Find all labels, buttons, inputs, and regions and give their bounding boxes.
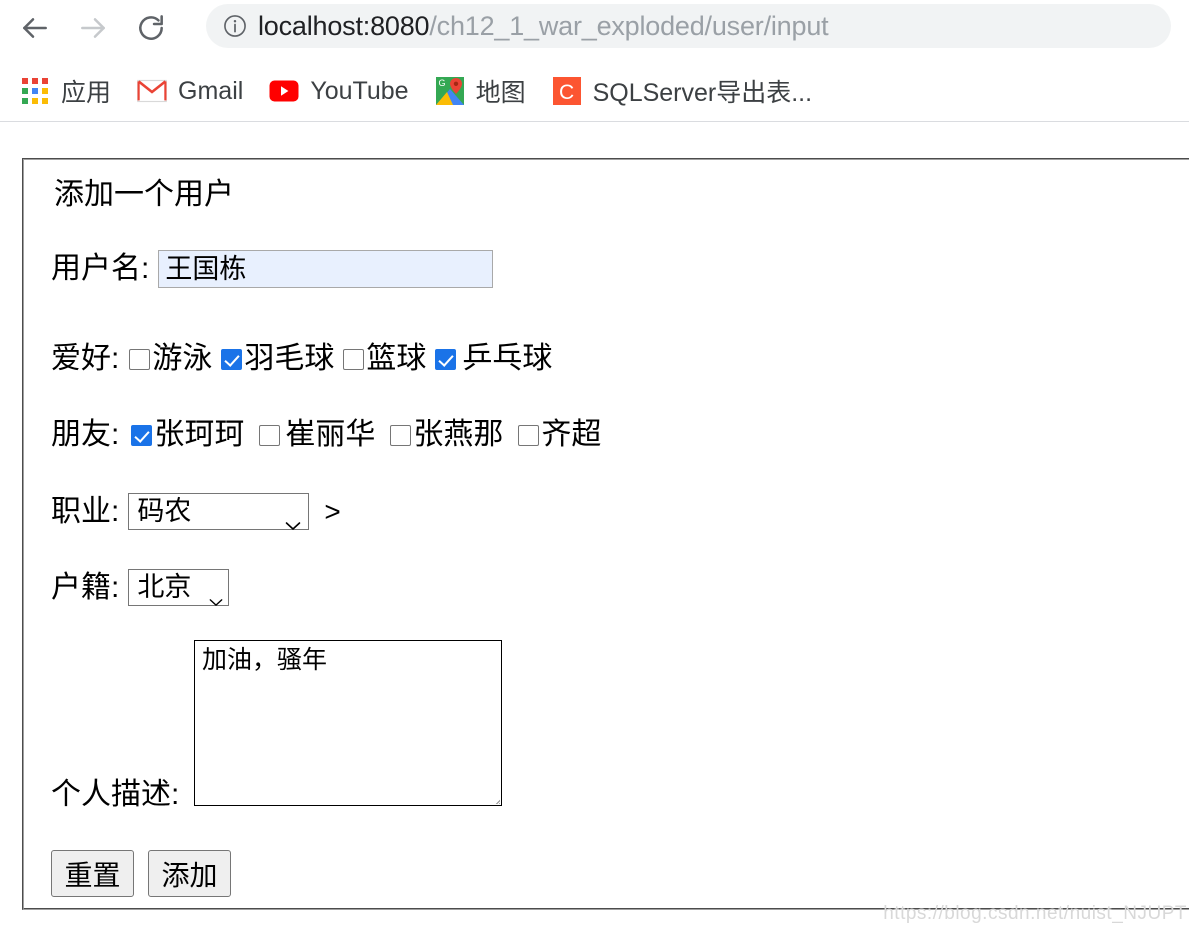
- hobby-option-badminton[interactable]: 羽毛球: [221, 342, 334, 376]
- browser-toolbar: localhost:8080/ch12_1_war_exploded/user/…: [0, 0, 1189, 56]
- reload-icon: [135, 12, 167, 44]
- bookmark-label: SQLServer导出表...: [592, 79, 813, 107]
- watermark: https://blog.csdn.net/nuist_NJUPT: [883, 903, 1187, 924]
- username-input[interactable]: 王国栋: [158, 250, 494, 288]
- hobby-option-label: 乒乓球: [462, 342, 553, 375]
- svg-text:G: G: [438, 78, 445, 88]
- hobby-row: 爱好: 游泳 羽毛球 篮球 乒乓球: [51, 342, 552, 376]
- hometown-select-value: 北京: [137, 572, 192, 602]
- checkbox-zhangyanna[interactable]: [390, 424, 412, 446]
- bookmark-label: Gmail: [178, 76, 244, 105]
- reset-button[interactable]: 重置: [51, 850, 134, 897]
- username-label: 用户名:: [51, 252, 150, 285]
- friends-checkbox-group: 张珂珂 崔丽华 张燕那 齐超: [131, 418, 601, 452]
- youtube-icon: [269, 76, 299, 106]
- description-textarea[interactable]: 加油，骚年: [194, 640, 502, 806]
- job-row: 职业: 码农 >: [51, 493, 341, 530]
- friend-option-label: 张珂珂: [154, 418, 245, 451]
- bookmark-youtube[interactable]: YouTube: [269, 76, 409, 106]
- description-textarea-value: 加油，骚年: [202, 647, 328, 674]
- friend-option-cuilihua[interactable]: 崔丽华: [259, 418, 375, 452]
- forward-button[interactable]: [72, 7, 114, 49]
- resize-grip-icon[interactable]: [482, 786, 500, 804]
- url-text: localhost:8080/ch12_1_war_exploded/user/…: [258, 10, 829, 42]
- job-trailing-text: >: [324, 495, 341, 527]
- hobby-option-pingpong[interactable]: 乒乓球: [435, 342, 552, 376]
- bookmark-label: 地图: [475, 79, 526, 107]
- checkbox-cuilihua[interactable]: [259, 424, 281, 446]
- bookmark-label: 应用: [61, 79, 112, 107]
- apps-grid-icon: [20, 76, 50, 106]
- url-path: /ch12_1_war_exploded/user/input: [429, 10, 829, 41]
- friends-row: 朋友: 张珂珂 崔丽华 张燕那 齐超: [51, 418, 601, 452]
- hobby-checkbox-group: 游泳 羽毛球 篮球 乒乓球: [129, 342, 552, 376]
- reload-button[interactable]: [130, 7, 172, 49]
- hobby-label: 爱好:: [51, 342, 120, 375]
- gmail-icon: [137, 76, 167, 106]
- bookmark-label: YouTube: [310, 76, 409, 105]
- hobby-option-swimming[interactable]: 游泳: [129, 342, 212, 376]
- checkbox-qichao[interactable]: [518, 424, 540, 446]
- hometown-row: 户籍: 北京: [51, 569, 230, 606]
- bookmark-apps[interactable]: 应用: [20, 73, 111, 109]
- checkbox-swimming[interactable]: [129, 348, 151, 370]
- friend-option-qichao[interactable]: 齐超: [518, 418, 601, 452]
- friend-option-label: 崔丽华: [285, 418, 376, 451]
- username-row: 用户名: 王国栋: [51, 250, 494, 288]
- friend-option-label: 张燕那: [413, 418, 504, 451]
- user-form: 用户名: 王国栋 爱好: 游泳 羽毛球 篮球 乒乓球 朋友: 张珂珂 崔丽华 张…: [24, 160, 1189, 912]
- friend-option-zhangkeke[interactable]: 张珂珂: [131, 418, 244, 452]
- url-host: localhost:8080: [258, 10, 430, 41]
- google-maps-icon: G: [435, 76, 465, 106]
- friend-option-zhangyanna[interactable]: 张燕那: [390, 418, 503, 452]
- hobby-option-label: 羽毛球: [244, 342, 335, 375]
- page-content: 用户名: 王国栋 爱好: 游泳 羽毛球 篮球 乒乓球 朋友: 张珂珂 崔丽华 张…: [0, 122, 1189, 929]
- friend-option-label: 齐超: [541, 418, 602, 451]
- svg-text:C: C: [559, 81, 574, 104]
- bookmark-sqlserver[interactable]: C SQLServer导出表...: [552, 73, 813, 109]
- hobby-option-label: 篮球: [366, 342, 427, 375]
- add-user-fieldset: 用户名: 王国栋 爱好: 游泳 羽毛球 篮球 乒乓球 朋友: 张珂珂 崔丽华 张…: [22, 158, 1189, 910]
- checkbox-zhangkeke[interactable]: [131, 424, 153, 446]
- csdn-icon: C: [552, 76, 582, 106]
- bookmark-maps[interactable]: G 地图: [435, 73, 526, 109]
- bookmark-gmail[interactable]: Gmail: [137, 76, 243, 106]
- fieldset-legend: 添加一个用户: [46, 178, 242, 212]
- submit-button[interactable]: 添加: [148, 850, 231, 897]
- checkbox-badminton[interactable]: [221, 348, 243, 370]
- job-select[interactable]: 码农: [128, 493, 310, 530]
- back-button[interactable]: [14, 7, 56, 49]
- checkbox-basketball[interactable]: [343, 348, 365, 370]
- chevron-down-icon: [209, 583, 223, 606]
- browser-window: localhost:8080/ch12_1_war_exploded/user/…: [0, 0, 1189, 929]
- hobby-option-label: 游泳: [152, 342, 213, 375]
- address-bar[interactable]: localhost:8080/ch12_1_war_exploded/user/…: [206, 4, 1171, 48]
- friends-label: 朋友:: [51, 418, 120, 451]
- chevron-down-icon: [285, 507, 301, 530]
- form-actions: 重置 添加: [51, 850, 245, 897]
- checkbox-pingpong[interactable]: [435, 348, 457, 370]
- arrow-right-icon: [77, 12, 109, 44]
- bookmarks-bar: 应用 Gmail YouTube G 地图 C SQLServer导出表...: [0, 62, 1189, 120]
- hobby-option-basketball[interactable]: 篮球: [343, 342, 426, 376]
- description-label: 个人描述:: [51, 778, 180, 811]
- arrow-left-icon: [19, 12, 51, 44]
- job-label: 职业:: [51, 494, 120, 528]
- info-circle-icon[interactable]: [222, 13, 248, 39]
- job-select-value: 码农: [137, 496, 192, 526]
- hometown-select[interactable]: 北京: [128, 569, 230, 606]
- hometown-label: 户籍:: [51, 570, 120, 604]
